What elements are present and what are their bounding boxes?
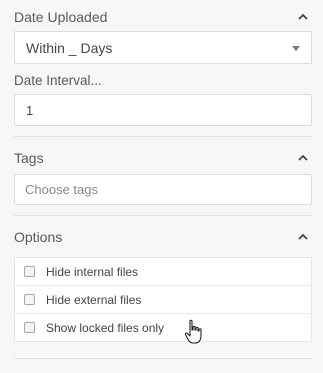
chevron-up-icon[interactable] bbox=[297, 11, 309, 23]
options-title: Options bbox=[14, 229, 63, 245]
date-uploaded-select[interactable]: Within _ Days bbox=[14, 31, 312, 64]
option-label: Show locked files only bbox=[46, 320, 165, 335]
options-header[interactable]: Options bbox=[14, 229, 309, 245]
divider bbox=[14, 358, 313, 359]
option-label: Hide external files bbox=[46, 292, 142, 307]
date-uploaded-title: Date Uploaded bbox=[14, 9, 108, 25]
hide-external-checkbox[interactable] bbox=[24, 294, 35, 305]
hand-pointer-icon bbox=[184, 319, 204, 350]
divider bbox=[14, 136, 313, 137]
divider bbox=[14, 215, 313, 216]
caret-down-icon bbox=[292, 46, 300, 51]
option-hide-internal[interactable]: Hide internal files bbox=[15, 258, 311, 286]
date-interval-label: Date Interval... bbox=[14, 73, 102, 88]
show-locked-checkbox[interactable] bbox=[24, 322, 35, 333]
option-show-locked[interactable]: Show locked files only bbox=[15, 314, 311, 341]
chevron-up-icon[interactable] bbox=[297, 152, 309, 164]
tags-field[interactable] bbox=[14, 174, 312, 205]
date-uploaded-header[interactable]: Date Uploaded bbox=[14, 9, 309, 25]
date-uploaded-selected-value: Within _ Days bbox=[26, 40, 113, 56]
tags-input[interactable] bbox=[25, 182, 295, 197]
chevron-up-icon[interactable] bbox=[297, 231, 309, 243]
date-interval-value: 1 bbox=[26, 103, 34, 118]
tags-title: Tags bbox=[14, 150, 44, 166]
tags-header[interactable]: Tags bbox=[14, 150, 309, 166]
option-label: Hide internal files bbox=[46, 264, 139, 279]
options-list: Hide internal files Hide external files … bbox=[14, 257, 312, 342]
hide-internal-checkbox[interactable] bbox=[24, 266, 35, 277]
date-interval-input[interactable]: 1 bbox=[14, 94, 312, 126]
option-hide-external[interactable]: Hide external files bbox=[15, 286, 311, 314]
